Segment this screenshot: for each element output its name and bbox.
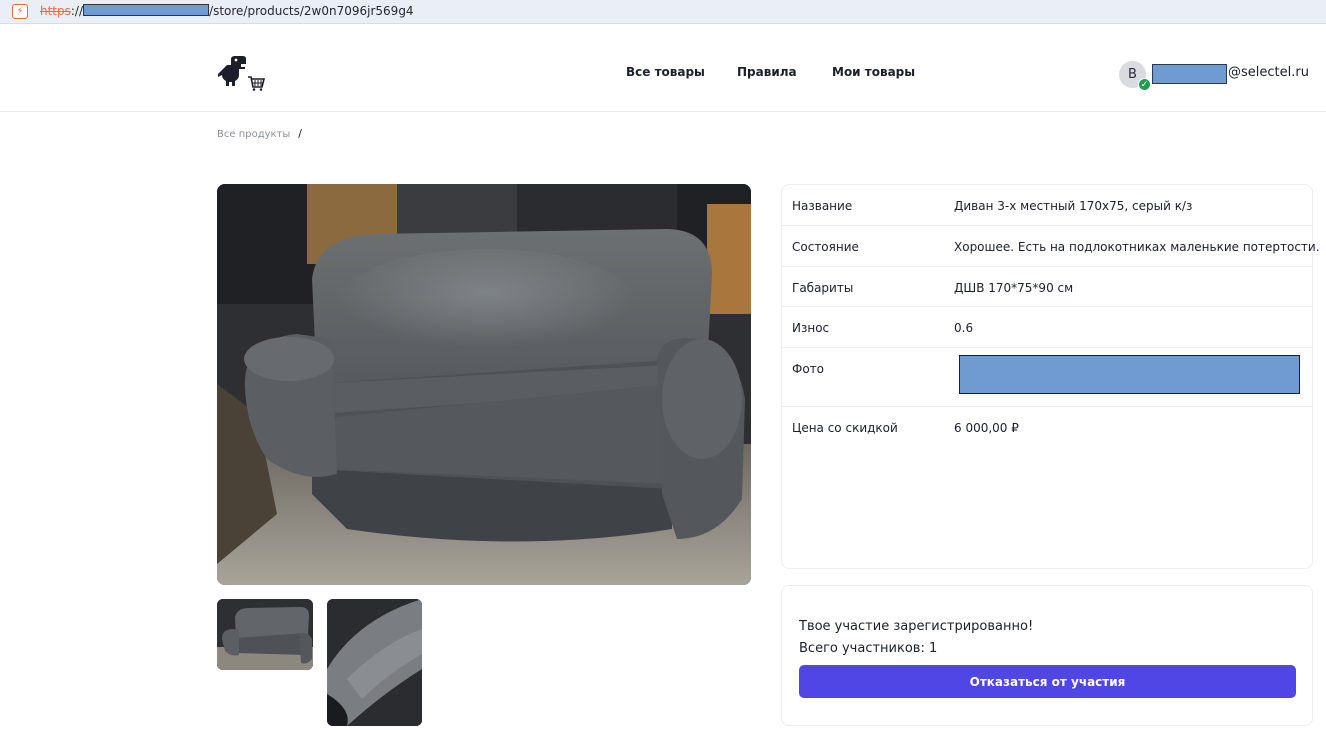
cancel-participation-button[interactable]: Отказаться от участия bbox=[799, 665, 1296, 698]
product-thumbnail[interactable] bbox=[217, 599, 313, 670]
nav-rules[interactable]: Правила bbox=[737, 65, 797, 79]
product-details-card: Название Диван 3-х местный 170х75, серый… bbox=[781, 184, 1320, 569]
verified-check-icon: ✓ bbox=[1138, 78, 1151, 91]
detail-value: Хорошее. Есть на подлокотниках маленькие… bbox=[954, 240, 1320, 254]
breadcrumb-separator: / bbox=[298, 127, 303, 140]
detail-value: 6 000,00 ₽ bbox=[954, 421, 1019, 435]
dino-cart-logo-icon[interactable] bbox=[217, 55, 267, 91]
detail-value: 0.6 bbox=[954, 321, 974, 335]
url-scheme: https bbox=[40, 4, 71, 18]
nav-my-products[interactable]: Мои товары bbox=[832, 65, 915, 79]
detail-label: Состояние bbox=[792, 240, 859, 254]
detail-label: Габариты bbox=[792, 281, 854, 295]
detail-label: Износ bbox=[792, 321, 830, 335]
product-main-photo[interactable] bbox=[217, 184, 751, 585]
detail-value: Диван 3-х местный 170х75, серый к/з bbox=[954, 199, 1193, 213]
detail-label: Цена со скидкой bbox=[792, 421, 898, 435]
detail-value: ДШВ 170*75*90 см bbox=[954, 281, 1074, 295]
nav-all-products[interactable]: Все товары bbox=[626, 65, 705, 79]
detail-row-wear: Износ 0.6 bbox=[782, 307, 1312, 348]
site-header: Все товары Правила Мои товары B ✓ @selec… bbox=[0, 32, 1326, 112]
url-separator: :// bbox=[70, 4, 84, 18]
detail-label: Название bbox=[792, 199, 853, 213]
detail-row-photo: Фото bbox=[782, 348, 1312, 407]
detail-label: Фото bbox=[792, 362, 825, 376]
email-redaction bbox=[1152, 64, 1227, 84]
user-email-suffix[interactable]: @selectel.ru bbox=[1228, 65, 1309, 80]
breadcrumb-root-link[interactable]: Все продукты bbox=[217, 129, 290, 140]
photo-link-redaction bbox=[959, 355, 1300, 394]
browser-address-bar[interactable]: ⚡ https:// /store/products/2w0n7096jr569g… bbox=[0, 0, 1326, 24]
product-thumbnail[interactable] bbox=[327, 599, 422, 726]
participation-status-message: Твое участие зарегистрированно! bbox=[799, 619, 1034, 634]
detail-row-dimensions: Габариты ДШВ 170*75*90 см bbox=[782, 267, 1312, 307]
detail-row-condition: Состояние Хорошее. Есть на подлокотниках… bbox=[782, 226, 1320, 267]
url-text[interactable]: https:// /store/products/2w0n7096jr569g4 bbox=[40, 4, 414, 18]
url-path: /store/products/2w0n7096jr569g4 bbox=[209, 4, 414, 18]
participants-count: Всего участников: 1 bbox=[799, 641, 938, 656]
participation-card: Твое участие зарегистрированно! Всего уч… bbox=[781, 585, 1313, 726]
breadcrumb: Все продукты / bbox=[217, 127, 302, 140]
detail-row-price: Цена со скидкой 6 000,00 ₽ bbox=[782, 407, 1312, 447]
url-host-redaction bbox=[83, 4, 210, 16]
insecure-lock-icon[interactable]: ⚡ bbox=[12, 4, 28, 19]
detail-row-name: Название Диван 3-х местный 170х75, серый… bbox=[782, 185, 1312, 226]
